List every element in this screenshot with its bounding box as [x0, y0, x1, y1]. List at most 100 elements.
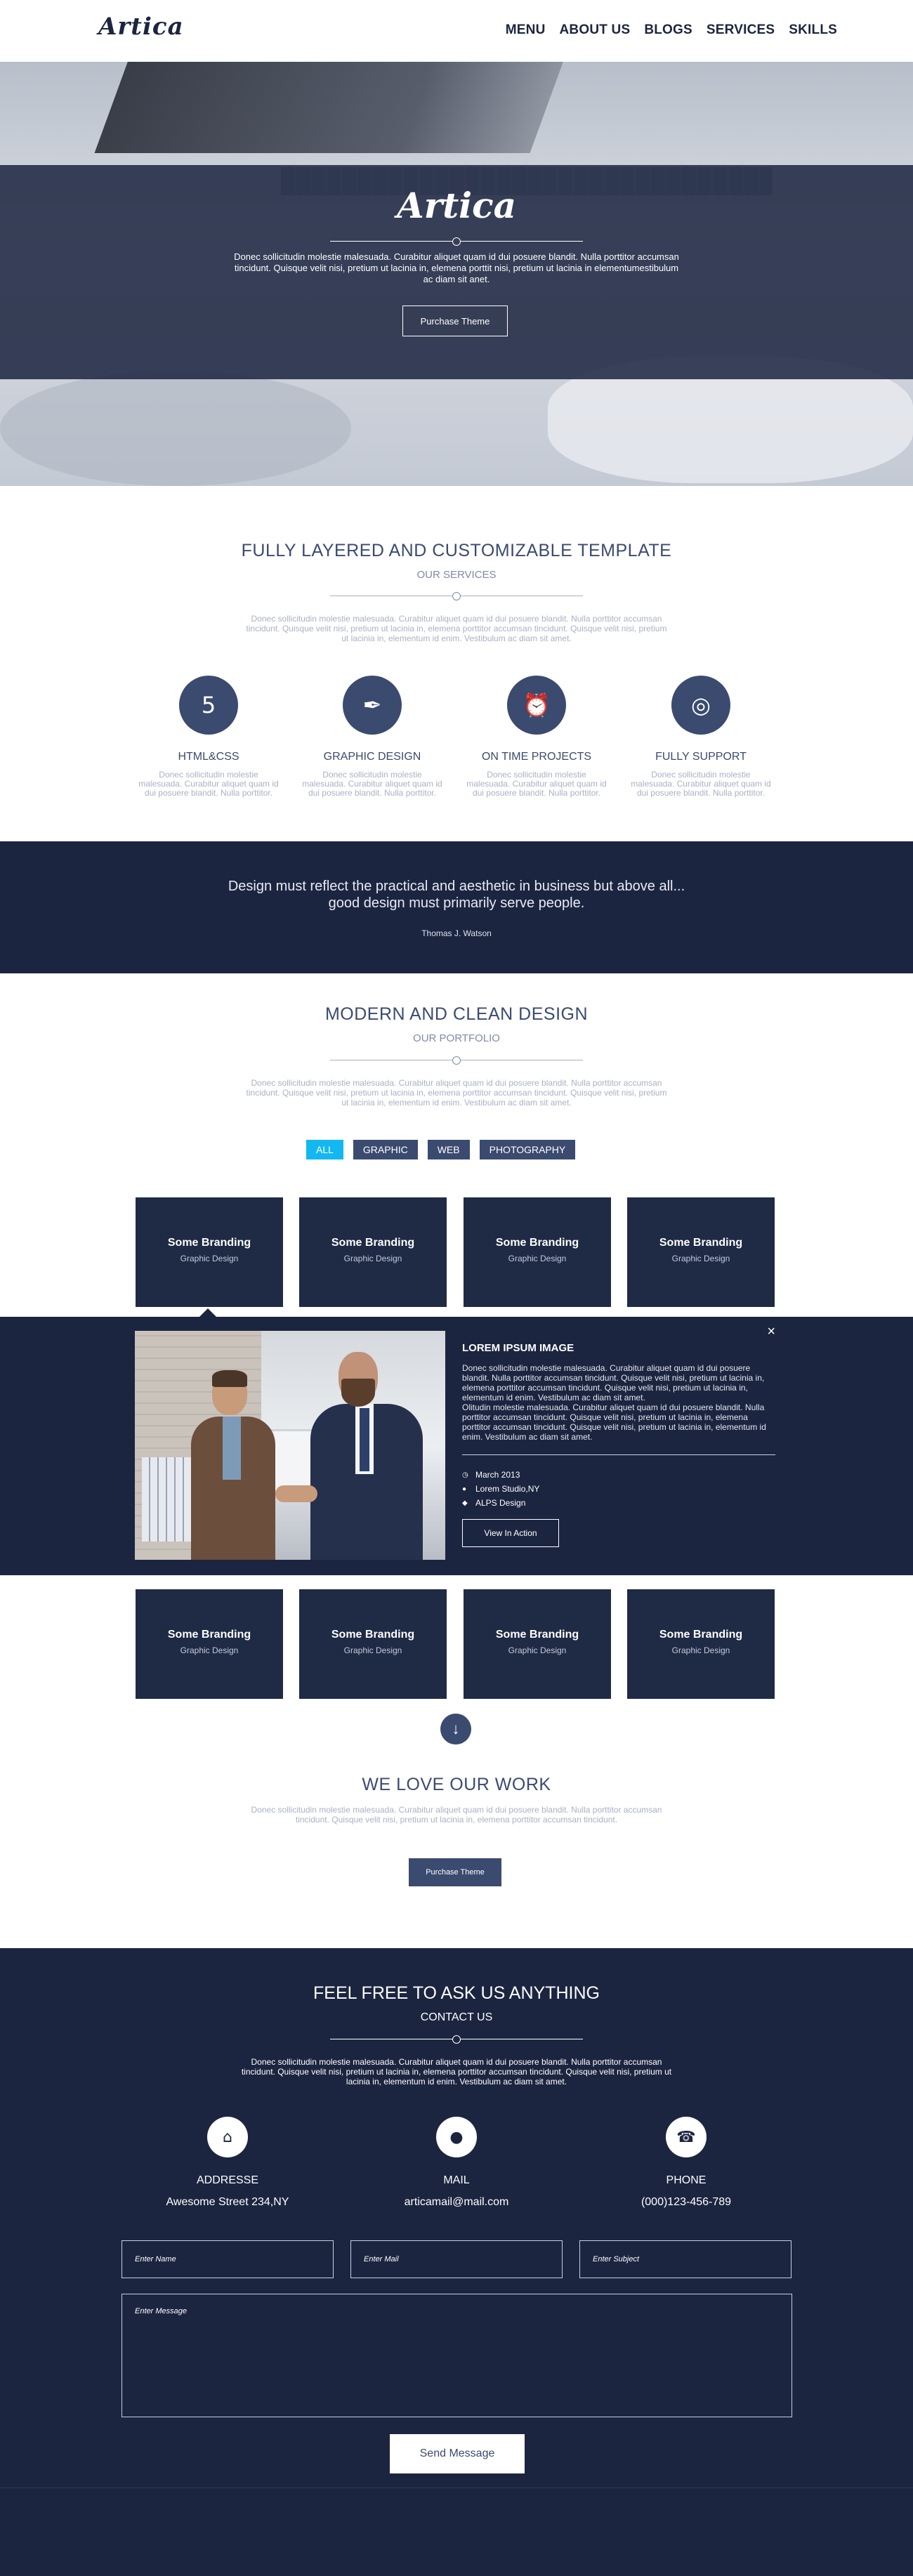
nav-about-us[interactable]: ABOUT US [560, 22, 631, 38]
portfolio-text: Donec sollicitudin molestie malesuada. C… [246, 1078, 667, 1108]
detail-client: ◆ ALPS Design [462, 1498, 525, 1508]
nav-skills[interactable]: SKILLS [789, 22, 837, 38]
purchase-theme-button[interactable]: Purchase Theme [409, 1858, 501, 1886]
portfolio-tile[interactable]: Some Branding Graphic Design [627, 1197, 775, 1307]
hero-section: Artica Donec sollicitudin molestie males… [0, 62, 913, 486]
detail-studio: ● Lorem Studio,NY [462, 1484, 539, 1494]
tile-title: Some Branding [167, 1237, 251, 1249]
service-name: FULLY SUPPORT [655, 751, 747, 763]
main-menu: MENU ABOUT US BLOGS SERVICES SKILLS [506, 22, 837, 38]
divider-circle-icon [452, 237, 461, 246]
logo[interactable]: Artica [98, 13, 184, 41]
tile-title: Some Branding [495, 1629, 579, 1641]
services-subtitle: OUR SERVICES [416, 569, 497, 581]
divider-circle-icon [452, 2035, 461, 2044]
purchase-theme-button[interactable]: Purchase Theme [402, 305, 508, 336]
message-textarea[interactable] [121, 2294, 792, 2417]
portfolio-tile[interactable]: Some Branding Graphic Design [299, 1589, 447, 1699]
chat-bubble-icon: ● [436, 2117, 477, 2157]
filter-photography[interactable]: PHOTOGRAPHY [479, 1140, 576, 1159]
filter-all[interactable]: ALL [306, 1140, 343, 1159]
tile-category: Graphic Design [508, 1254, 567, 1263]
lifebuoy-icon: ◎ [671, 676, 730, 735]
tile-category: Graphic Design [180, 1254, 239, 1263]
tile-title: Some Branding [331, 1629, 415, 1641]
services-text: Donec sollicitudin molestie malesuada. C… [246, 614, 667, 643]
detail-date-value: March 2013 [475, 1470, 520, 1480]
divider-circle-icon [452, 592, 461, 600]
contact-subtitle: CONTACT US [420, 2011, 493, 2023]
quote-author: Thomas J. Watson [421, 928, 492, 938]
detail-pointer [199, 1308, 216, 1317]
tile-title: Some Branding [331, 1237, 415, 1249]
tile-title: Some Branding [659, 1629, 743, 1641]
hero-divider [330, 237, 583, 246]
portfolio-subtitle: OUR PORTFOLIO [413, 1032, 500, 1044]
user-icon: ● [462, 1485, 467, 1493]
contact-info-label: PHONE [666, 2174, 707, 2186]
alarm-clock-icon: ⏰ [507, 676, 566, 735]
contact-info-value: Awesome Street 234,NY [166, 2196, 289, 2208]
tile-category: Graphic Design [671, 1254, 730, 1263]
mail-input[interactable] [350, 2240, 563, 2278]
hero-overlay-band: Artica Donec sollicitudin molestie males… [0, 165, 913, 379]
detail-date: ◷ March 2013 [462, 1470, 520, 1480]
nav-services[interactable]: SERVICES [707, 22, 775, 38]
send-message-button[interactable]: Send Message [390, 2434, 525, 2473]
tile-title: Some Branding [167, 1629, 251, 1641]
portfolio-tile[interactable]: Some Branding Graphic Design [464, 1589, 611, 1699]
portfolio-tile[interactable]: Some Branding Graphic Design [464, 1197, 611, 1307]
nav-menu[interactable]: MENU [506, 22, 546, 38]
view-in-action-button[interactable]: View In Action [462, 1519, 559, 1547]
service-desc: Donec sollicitudin molestie malesuada. C… [631, 770, 771, 798]
portfolio-tile[interactable]: Some Branding Graphic Design [136, 1197, 283, 1307]
name-input[interactable] [121, 2240, 334, 2278]
detail-studio-value: Lorem Studio,NY [475, 1484, 540, 1494]
service-desc: Donec sollicitudin molestie malesuada. C… [138, 770, 279, 798]
home-icon: ⌂ [207, 2117, 248, 2157]
load-more-arrow-icon[interactable]: ↓ [440, 1714, 471, 1744]
detail-paragraph: Olitudin molestie malesuada. Curabitur a… [462, 1402, 766, 1442]
service-name: HTML&CSS [178, 751, 239, 763]
services-title: FULLY LAYERED AND CUSTOMIZABLE TEMPLATE [241, 541, 672, 560]
contact-mail: ● MAIL articamail@mail.com [372, 2117, 541, 2209]
tile-title: Some Branding [495, 1237, 579, 1249]
detail-description: Donec sollicitudin molestie malesuada. C… [462, 1363, 775, 1442]
quote-text: Design must reflect the practical and ae… [228, 879, 685, 911]
portfolio-divider [330, 1056, 583, 1065]
contact-info-label: ADDRESSE [196, 2174, 259, 2186]
portfolio-title: MODERN AND CLEAN DESIGN [324, 1004, 589, 1024]
hero-logo: Artica [396, 185, 517, 226]
portfolio-tile[interactable]: Some Branding Graphic Design [627, 1589, 775, 1699]
filter-web[interactable]: WEB [427, 1140, 470, 1159]
phone-icon: ☎ [666, 2117, 707, 2157]
service-desc: Donec sollicitudin molestie malesuada. C… [466, 770, 607, 798]
quote-section: Design must reflect the practical and ae… [0, 841, 913, 973]
top-navbar: Artica MENU ABOUT US BLOGS SERVICES SKIL… [0, 0, 913, 62]
contact-section: FEEL FREE TO ASK US ANYTHING CONTACT US … [0, 1948, 913, 2576]
tile-category: Graphic Design [180, 1645, 239, 1655]
portfolio-tile[interactable]: Some Branding Graphic Design [299, 1197, 447, 1307]
service-desc: Donec sollicitudin molestie malesuada. C… [302, 770, 442, 798]
contact-info-value: (000)123-456-789 [641, 2196, 732, 2208]
contact-info-value[interactable]: articamail@mail.com [372, 2196, 541, 2209]
nav-blogs[interactable]: BLOGS [644, 22, 692, 38]
hero-text: Donec sollicitudin molestie malesuada. C… [234, 251, 679, 284]
tile-title: Some Branding [659, 1237, 743, 1249]
tile-category: Graphic Design [343, 1645, 402, 1655]
portfolio-detail-panel: × LOREM IPSUM IMAGE Donec sollicitudin m… [0, 1308, 913, 1575]
subject-input[interactable] [579, 2240, 792, 2278]
service-graphic-design: ✒ GRAPHIC DESIGN Donec sollicitudin mole… [295, 676, 449, 798]
services-divider [330, 592, 583, 600]
clock-icon: ◷ [462, 1471, 468, 1479]
contact-address: ⌂ ADDRESSE Awesome Street 234,NY [143, 2117, 312, 2209]
business-handshake-image [135, 1331, 445, 1560]
contact-divider [330, 2035, 583, 2044]
filter-graphic[interactable]: GRAPHIC [353, 1140, 418, 1159]
portfolio-tile[interactable]: Some Branding Graphic Design [136, 1589, 283, 1699]
close-icon[interactable]: × [767, 1324, 775, 1340]
service-on-time-projects: ⏰ ON TIME PROJECTS Donec sollicitudin mo… [459, 676, 614, 798]
love-text: Donec sollicitudin molestie malesuada. C… [251, 1805, 662, 1825]
contact-phone: ☎ PHONE (000)123-456-789 [602, 2117, 770, 2209]
tile-category: Graphic Design [508, 1645, 567, 1655]
